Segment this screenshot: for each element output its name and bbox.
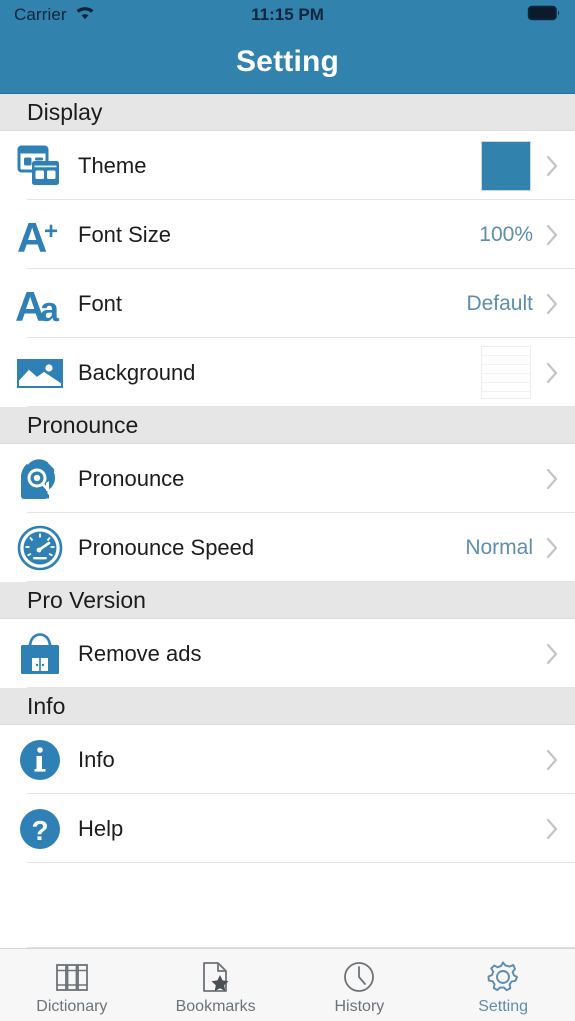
settings-list: Display Theme A + Font Size 100% A a Fon…: [0, 94, 575, 948]
row-pronounce-speed[interactable]: Pronounce Speed Normal: [0, 513, 575, 582]
row-label: Pronounce: [78, 465, 185, 491]
row-label: Background: [78, 359, 196, 385]
books-icon: [55, 960, 89, 994]
page-star-icon: [201, 960, 231, 994]
row-font-size[interactable]: A + Font Size 100%: [0, 200, 575, 269]
status-bar-left: Carrier: [14, 5, 96, 26]
row-label: Info: [78, 746, 115, 772]
app-screen: Carrier 11:15 PM Setting Display Theme A…: [0, 0, 575, 1021]
tab-history[interactable]: History: [288, 949, 432, 1021]
row-pronounce[interactable]: Pronounce: [0, 444, 575, 513]
chevron-right-icon: [545, 154, 559, 178]
battery-full-icon: [527, 5, 561, 26]
chevron-right-icon: [545, 642, 559, 666]
svg-text:a: a: [40, 291, 60, 328]
row-label: Font: [78, 290, 123, 316]
row-font[interactable]: A a Font Default: [0, 269, 575, 338]
row-label: Help: [78, 815, 124, 841]
section-title: Pronounce: [27, 411, 139, 438]
section-header-info: Info: [0, 688, 575, 725]
gear-icon: [486, 960, 520, 994]
chevron-right-icon: [545, 223, 559, 247]
shopping-bag-icon: [14, 628, 66, 680]
svg-text:?: ?: [31, 815, 48, 846]
row-label: Remove ads: [78, 640, 202, 666]
chevron-right-icon: [545, 361, 559, 385]
row-value: Default: [466, 291, 533, 315]
section-header-pro-version: Pro Version: [0, 582, 575, 619]
row-theme[interactable]: Theme: [0, 131, 575, 200]
chevron-right-icon: [545, 467, 559, 491]
chevron-right-icon: [545, 292, 559, 316]
chevron-right-icon: [545, 536, 559, 560]
row-info[interactable]: Info: [0, 725, 575, 794]
theme-windows-icon: [14, 140, 66, 192]
section-title: Info: [27, 692, 66, 719]
question-circle-icon: ?: [14, 803, 66, 855]
font-size-a-plus-icon: A +: [14, 209, 66, 261]
carrier-label: Carrier: [14, 5, 67, 24]
chevron-right-icon: [545, 817, 559, 841]
row-label: Pronounce Speed: [78, 534, 255, 560]
row-value: Normal: [465, 535, 533, 559]
info-circle-icon: [14, 734, 66, 786]
svg-text:+: +: [44, 218, 58, 245]
row-help[interactable]: ? Help: [0, 794, 575, 863]
tab-bookmarks[interactable]: Bookmarks: [144, 949, 288, 1021]
tab-bar: Dictionary Bookmarks History Setting: [0, 948, 575, 1021]
clock-icon: [343, 960, 375, 994]
font-aa-icon: A a: [14, 278, 66, 330]
navigation-bar: Setting: [0, 30, 575, 94]
section-header-display: Display: [0, 94, 575, 131]
row-remove-ads[interactable]: Remove ads: [0, 619, 575, 688]
list-empty-space: [0, 863, 575, 948]
tab-label: Bookmarks: [175, 997, 256, 1015]
page-title: Setting: [235, 44, 340, 78]
tab-label: Setting: [478, 997, 529, 1015]
status-bar-right: [527, 5, 561, 26]
tab-label: Dictionary: [36, 997, 108, 1015]
tab-label: History: [334, 997, 385, 1015]
row-label: Theme: [78, 152, 147, 178]
chevron-right-icon: [545, 748, 559, 772]
speedometer-icon: [14, 522, 66, 574]
theme-color-swatch[interactable]: [481, 140, 531, 191]
tab-dictionary[interactable]: Dictionary: [0, 949, 144, 1021]
row-label: Font Size: [78, 221, 171, 247]
background-picture-icon: [14, 347, 66, 399]
wifi-icon: [74, 5, 96, 26]
section-title: Display: [27, 98, 103, 125]
row-background[interactable]: Background: [0, 338, 575, 407]
background-paper-swatch[interactable]: [481, 346, 531, 399]
tab-setting[interactable]: Setting: [431, 949, 575, 1021]
row-value: 100%: [479, 222, 533, 246]
section-header-pronounce: Pronounce: [0, 407, 575, 444]
pronounce-headset-head-icon: [14, 453, 66, 505]
svg-text:A: A: [17, 214, 47, 259]
section-title: Pro Version: [27, 586, 146, 613]
status-bar: Carrier 11:15 PM: [0, 0, 575, 30]
